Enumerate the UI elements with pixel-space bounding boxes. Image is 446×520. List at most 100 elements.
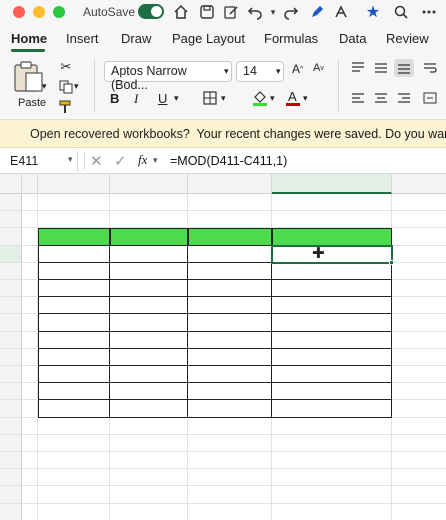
table-cell[interactable] bbox=[110, 348, 188, 366]
close-window-button[interactable] bbox=[13, 6, 25, 18]
grid-cell[interactable] bbox=[392, 452, 446, 470]
grid-cell[interactable] bbox=[22, 400, 38, 418]
grid-cell[interactable] bbox=[272, 486, 392, 504]
table-cell[interactable] bbox=[38, 245, 110, 263]
grid-cell[interactable] bbox=[110, 486, 188, 504]
fill-handle[interactable] bbox=[389, 259, 394, 265]
grid-cell[interactable] bbox=[110, 469, 188, 487]
table-cell[interactable] bbox=[272, 262, 392, 280]
row-header[interactable] bbox=[0, 348, 22, 366]
grid-cell[interactable] bbox=[272, 211, 392, 229]
grid-cell[interactable] bbox=[392, 349, 446, 366]
tab-page-layout[interactable]: Page Layout bbox=[172, 31, 245, 46]
table-cell[interactable] bbox=[272, 348, 392, 366]
grid-cell[interactable] bbox=[188, 211, 272, 229]
autosave-toggle[interactable] bbox=[138, 4, 164, 19]
row-header[interactable] bbox=[0, 280, 22, 298]
font-size-dropdown-icon[interactable]: ▾ bbox=[276, 66, 281, 77]
grid-cell[interactable] bbox=[38, 417, 110, 435]
table-cell[interactable] bbox=[272, 314, 392, 332]
grid-cell[interactable] bbox=[392, 435, 446, 452]
font-color-dropdown-icon[interactable]: ▾ bbox=[303, 93, 308, 104]
table-cell[interactable] bbox=[110, 366, 188, 384]
grid-cell[interactable] bbox=[110, 452, 188, 470]
row-header[interactable] bbox=[0, 486, 22, 504]
row-header[interactable] bbox=[0, 297, 22, 315]
grid-cell[interactable] bbox=[110, 194, 188, 212]
row-header[interactable] bbox=[0, 262, 22, 280]
borders-dropdown-icon[interactable]: ▾ bbox=[221, 93, 226, 104]
select-all-corner[interactable] bbox=[0, 174, 22, 194]
format-icon[interactable] bbox=[332, 3, 350, 21]
edit-icon[interactable] bbox=[222, 3, 240, 21]
table-cell[interactable] bbox=[188, 262, 272, 280]
grid-cell[interactable] bbox=[38, 452, 110, 470]
grid-cell[interactable] bbox=[38, 486, 110, 504]
grid-cell[interactable] bbox=[392, 211, 446, 229]
borders-icon[interactable] bbox=[202, 90, 218, 106]
wrap-text-icon[interactable] bbox=[422, 61, 438, 75]
cut-icon[interactable]: ✂ bbox=[58, 59, 74, 75]
grid-cell[interactable] bbox=[392, 280, 446, 298]
table-cell[interactable] bbox=[38, 297, 110, 315]
grid-cell[interactable] bbox=[38, 469, 110, 487]
fill-color-icon[interactable] bbox=[252, 89, 268, 107]
font-name-dropdown-icon[interactable]: ▾ bbox=[224, 66, 229, 77]
grid-cell[interactable] bbox=[22, 314, 38, 332]
table-cell[interactable] bbox=[110, 383, 188, 401]
grid-cell[interactable] bbox=[38, 503, 110, 520]
grid-cell[interactable] bbox=[392, 383, 446, 401]
grid-cell[interactable] bbox=[188, 469, 272, 487]
table-cell[interactable] bbox=[188, 297, 272, 315]
grid-cell[interactable] bbox=[392, 486, 446, 504]
table-cell[interactable] bbox=[272, 366, 392, 384]
grid-cell[interactable] bbox=[22, 366, 38, 384]
grid-cell[interactable] bbox=[272, 469, 392, 487]
grid-cell[interactable] bbox=[22, 280, 38, 298]
grid-cell[interactable] bbox=[110, 434, 188, 452]
grid-cell[interactable] bbox=[22, 194, 38, 212]
grid-cell[interactable] bbox=[188, 194, 272, 212]
minimize-window-button[interactable] bbox=[33, 6, 45, 18]
font-name-select[interactable]: Aptos Narrow (Bod... bbox=[104, 61, 232, 92]
redo-icon[interactable] bbox=[282, 3, 300, 21]
grid-cell[interactable] bbox=[38, 194, 110, 212]
table-cell[interactable] bbox=[38, 314, 110, 332]
grid-cell[interactable] bbox=[392, 366, 446, 384]
grid-cell[interactable] bbox=[392, 246, 446, 263]
tab-data[interactable]: Data bbox=[339, 31, 366, 46]
merge-icon[interactable] bbox=[422, 91, 438, 105]
more-icon[interactable] bbox=[420, 3, 438, 21]
grid-cell[interactable] bbox=[22, 262, 38, 280]
star-icon[interactable]: ★ bbox=[364, 3, 382, 21]
search-icon[interactable] bbox=[392, 3, 410, 21]
insert-function-button[interactable]: fx bbox=[138, 152, 147, 168]
grid-cell[interactable] bbox=[272, 434, 392, 452]
grid-cell[interactable] bbox=[392, 400, 446, 418]
row-header[interactable] bbox=[0, 503, 22, 520]
table-cell[interactable] bbox=[272, 297, 392, 315]
row-header[interactable] bbox=[0, 245, 22, 263]
grid-cell[interactable] bbox=[392, 418, 446, 435]
underline-dropdown-icon[interactable]: ▾ bbox=[174, 93, 179, 104]
row-header[interactable] bbox=[0, 331, 22, 349]
increase-font-icon[interactable]: A ^ bbox=[292, 62, 303, 76]
formula-input[interactable]: =MOD(D411-C411,1) bbox=[170, 154, 287, 168]
row-header[interactable] bbox=[0, 434, 22, 452]
align-left-icon[interactable] bbox=[350, 91, 366, 105]
table-cell[interactable] bbox=[110, 262, 188, 280]
tab-formulas[interactable]: Formulas bbox=[264, 31, 318, 46]
copy-icon[interactable] bbox=[58, 79, 74, 95]
table-cell[interactable] bbox=[272, 400, 392, 418]
grid-cell[interactable] bbox=[38, 434, 110, 452]
grid-cell[interactable] bbox=[188, 486, 272, 504]
table-cell[interactable] bbox=[188, 314, 272, 332]
tab-draw[interactable]: Draw bbox=[121, 31, 151, 46]
table-cell[interactable] bbox=[188, 366, 272, 384]
row-header[interactable] bbox=[0, 400, 22, 418]
grid-cell[interactable] bbox=[110, 503, 188, 520]
name-box-dropdown-icon[interactable]: ▾ bbox=[68, 154, 73, 165]
grid-cell[interactable] bbox=[22, 228, 38, 246]
table-cell[interactable] bbox=[110, 400, 188, 418]
table-cell[interactable] bbox=[38, 400, 110, 418]
